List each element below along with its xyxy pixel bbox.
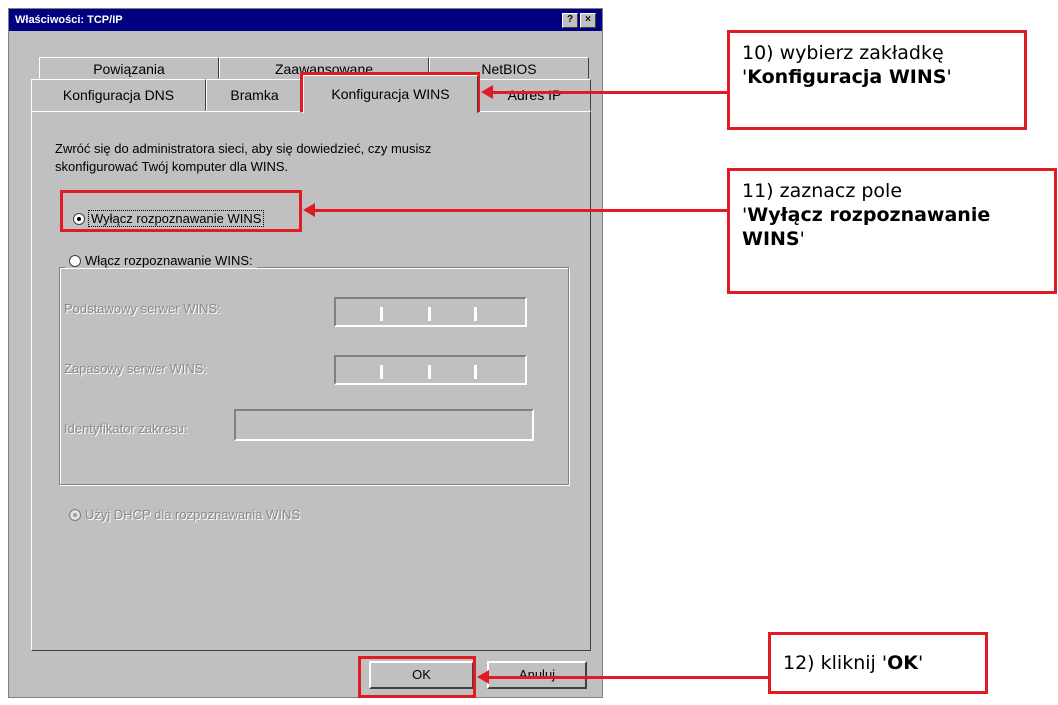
- radio-use-dhcp-label[interactable]: Użyj DHCP dla rozpoznawania WINS: [85, 507, 300, 522]
- radio-enable-wins[interactable]: [69, 255, 81, 267]
- cancel-button[interactable]: Anuluj: [487, 661, 587, 689]
- ip-separator: [428, 365, 431, 379]
- title-bar: Właściwości: TCP/IP ? ×: [9, 9, 602, 31]
- tcpip-properties-dialog: Właściwości: TCP/IP ? × Powiązania Zaawa…: [8, 8, 603, 698]
- highlight-ok-button: [358, 656, 476, 698]
- callout-step12-bold-text: OK: [887, 652, 918, 674]
- intro-text-line2: skonfigurować Twój komputer dla WINS.: [55, 159, 289, 174]
- close-icon[interactable]: ×: [580, 13, 596, 28]
- intro-text-line1: Zwróć się do administratora sieci, aby s…: [55, 141, 432, 156]
- callout-step10-text: 10) wybierz zakładkę: [742, 42, 944, 64]
- primary-wins-ip-field[interactable]: [334, 297, 527, 327]
- callout-step11-text: 11) zaznacz pole: [742, 180, 903, 202]
- tab-wins-configuration[interactable]: Konfiguracja WINS: [303, 75, 478, 113]
- secondary-wins-label: Zapasowy serwer WINS:: [64, 361, 208, 376]
- arrow-step12-head: [477, 670, 489, 684]
- window-title: Właściwości: TCP/IP: [15, 14, 123, 26]
- ip-separator: [474, 307, 477, 321]
- tab-bindings[interactable]: Powiązania: [39, 57, 219, 79]
- primary-wins-label: Podstawowy serwer WINS:: [64, 301, 221, 316]
- tab-dns-configuration[interactable]: Konfiguracja DNS: [31, 79, 206, 111]
- arrow-step10-head: [481, 85, 493, 99]
- scope-id-field[interactable]: [234, 409, 534, 441]
- callout-step11-bold-text: Wyłącz rozpoznawanie WINS: [742, 204, 991, 250]
- callout-step11-bold: 'Wyłącz rozpoznawanie WINS': [742, 204, 991, 250]
- tab-gateway[interactable]: Bramka: [206, 79, 303, 111]
- ip-separator: [428, 307, 431, 321]
- callout-step10-bold: 'Konfiguracja WINS': [742, 66, 952, 88]
- callout-step10: 10) wybierz zakładkę 'Konfiguracja WINS': [727, 30, 1027, 130]
- radio-use-dhcp[interactable]: [69, 509, 81, 521]
- callout-step10-bold-text: Konfiguracja WINS: [747, 66, 947, 88]
- ip-separator: [380, 365, 383, 379]
- arrow-step12: [488, 676, 770, 679]
- arrow-step11-head: [303, 203, 315, 217]
- ip-separator: [380, 307, 383, 321]
- radio-dhcp-dot: [73, 513, 77, 517]
- ip-separator: [474, 365, 477, 379]
- callout-step11: 11) zaznacz pole 'Wyłącz rozpoznawanie W…: [727, 168, 1057, 294]
- callout-step12-text: 12) kliknij: [783, 652, 876, 674]
- tab-ip-address[interactable]: Adres IP: [478, 79, 591, 111]
- highlight-disable-wins: [60, 190, 302, 232]
- help-icon[interactable]: ?: [562, 13, 578, 28]
- arrow-step11: [314, 209, 728, 212]
- callout-step12: 12) kliknij 'OK': [768, 632, 988, 694]
- radio-enable-wins-label[interactable]: Włącz rozpoznawanie WINS:: [65, 253, 257, 268]
- scope-id-label: Identyfikator zakresu:: [64, 421, 188, 436]
- secondary-wins-ip-field[interactable]: [334, 355, 527, 385]
- arrow-step10: [492, 91, 728, 94]
